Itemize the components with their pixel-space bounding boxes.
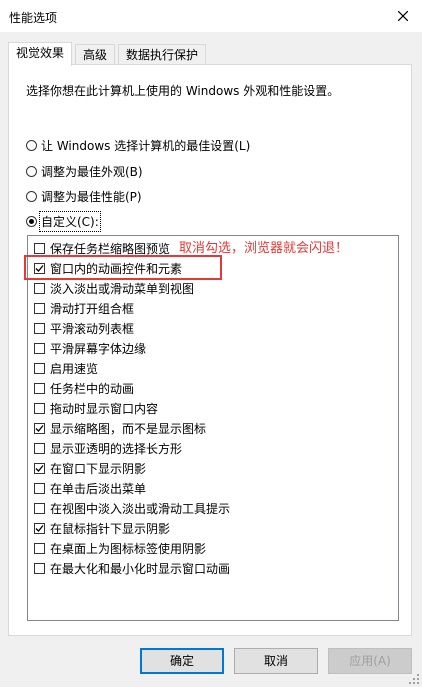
radio-label: 让 Windows 选择计算机的最佳设置(L) <box>41 138 251 153</box>
radio-label: 调整为最佳外观(B) <box>41 164 143 179</box>
effect-option[interactable]: 在桌面上为图标标签使用阴影 <box>34 539 206 557</box>
tab-advanced[interactable]: 高级 <box>75 44 116 65</box>
radio-best-appearance[interactable]: 调整为最佳外观(B) <box>26 162 143 180</box>
effect-checkbox[interactable] <box>34 262 45 274</box>
close-icon <box>398 11 408 21</box>
effect-option[interactable]: 滑动打开组合框 <box>34 299 134 317</box>
radio-label: 自定义(C): <box>39 210 101 232</box>
resize-grip-icon[interactable] <box>408 673 420 685</box>
effect-option[interactable]: 拖动时显示窗口内容 <box>34 399 158 417</box>
ok-button[interactable]: 确定 <box>140 648 224 674</box>
effect-option[interactable]: 在鼠标指针下显示阴影 <box>34 519 170 537</box>
effects-list[interactable]: 保存任务栏缩略图预览 窗口内的动画控件和元素 淡入淡出或滑动菜单到视图 滑动打开组合框… <box>27 235 399 621</box>
effect-checkbox[interactable] <box>34 542 45 554</box>
effect-option[interactable]: 平滑滚动列表框 <box>34 319 134 337</box>
effect-checkbox[interactable] <box>34 562 45 574</box>
check-icon <box>35 264 44 272</box>
effect-label: 窗口内的动画控件和元素 <box>50 261 183 276</box>
effect-checkbox[interactable] <box>34 322 45 334</box>
radio-label: 调整为最佳性能(P) <box>41 189 142 204</box>
effect-label: 拖动时显示窗口内容 <box>50 401 159 416</box>
effect-label: 在视图中淡入淡出或滑动工具提示 <box>50 501 231 516</box>
effect-label: 平滑滚动列表框 <box>50 321 135 336</box>
check-icon <box>35 424 44 432</box>
check-icon <box>35 524 44 532</box>
effect-checkbox[interactable] <box>34 362 45 374</box>
visual-effects-panel: 选择你想在此计算机上使用的 Windows 外观和性能设置。 让 Windows… <box>8 64 412 636</box>
effect-checkbox[interactable] <box>34 382 45 394</box>
effect-label: 任务栏中的动画 <box>50 381 135 396</box>
effect-label: 平滑屏幕字体边缘 <box>50 341 147 356</box>
effect-label: 显示亚透明的选择长方形 <box>50 441 183 456</box>
effect-option[interactable]: 在窗口下显示阴影 <box>34 459 146 477</box>
cancel-button[interactable]: 取消 <box>234 648 318 674</box>
effect-option[interactable]: 在最大化和最小化时显示窗口动画 <box>34 559 230 577</box>
effect-option[interactable]: 显示缩略图，而不是显示图标 <box>34 419 206 437</box>
effect-option[interactable]: 淡入淡出或滑动菜单到视图 <box>34 279 194 297</box>
effect-checkbox[interactable] <box>34 422 45 434</box>
apply-button[interactable]: 应用(A) <box>328 648 412 674</box>
effect-label: 在最大化和最小化时显示窗口动画 <box>50 561 231 576</box>
tab-dep[interactable]: 数据执行保护 <box>118 44 207 65</box>
title-bar: 性能选项 <box>0 0 422 32</box>
radio-best-performance[interactable]: 调整为最佳性能(P) <box>26 187 142 205</box>
effect-label: 在鼠标指针下显示阴影 <box>50 521 171 536</box>
effect-option[interactable]: 任务栏中的动画 <box>34 379 134 397</box>
effect-option[interactable]: 保存任务栏缩略图预览 <box>34 239 170 257</box>
effect-label: 在桌面上为图标标签使用阴影 <box>50 541 207 556</box>
annotation-text: 取消勾选，浏览器就会闪退！ <box>179 241 349 256</box>
effect-option[interactable]: 窗口内的动画控件和元素 <box>34 259 182 277</box>
effect-checkbox[interactable] <box>34 522 45 534</box>
radio-circle <box>26 139 37 151</box>
effect-checkbox[interactable] <box>34 482 45 494</box>
effect-checkbox[interactable] <box>34 342 45 354</box>
radio-let-windows-choose[interactable]: 让 Windows 选择计算机的最佳设置(L) <box>26 136 250 154</box>
effect-option[interactable]: 平滑屏幕字体边缘 <box>34 339 146 357</box>
radio-circle <box>26 165 37 177</box>
effect-option[interactable]: 启用速览 <box>34 359 98 377</box>
effect-label: 保存任务栏缩略图预览 <box>50 241 171 256</box>
effect-checkbox[interactable] <box>34 402 45 414</box>
effect-label: 启用速览 <box>50 361 99 376</box>
effect-label: 在单击后淡出菜单 <box>50 481 147 496</box>
effect-checkbox[interactable] <box>34 462 45 474</box>
effect-option[interactable]: 在单击后淡出菜单 <box>34 479 146 497</box>
effect-option[interactable]: 在视图中淡入淡出或滑动工具提示 <box>34 499 230 517</box>
effect-label: 在窗口下显示阴影 <box>50 461 147 476</box>
effect-label: 滑动打开组合框 <box>50 301 135 316</box>
radio-circle <box>26 215 37 227</box>
effect-label: 淡入淡出或滑动菜单到视图 <box>50 281 195 296</box>
check-icon <box>35 464 44 472</box>
effect-checkbox[interactable] <box>34 302 45 314</box>
effect-checkbox[interactable] <box>34 242 45 254</box>
effect-checkbox[interactable] <box>34 502 45 514</box>
description-text: 选择你想在此计算机上使用的 Windows 外观和性能设置。 <box>26 84 340 98</box>
radio-circle <box>26 190 37 202</box>
window-title: 性能选项 <box>9 11 58 25</box>
effect-checkbox[interactable] <box>34 442 45 454</box>
effect-checkbox[interactable] <box>34 282 45 294</box>
effect-option[interactable]: 显示亚透明的选择长方形 <box>34 439 182 457</box>
radio-custom[interactable]: 自定义(C): <box>26 210 101 232</box>
tab-visual-effects[interactable]: 视觉效果 <box>8 42 73 66</box>
effect-label: 显示缩略图，而不是显示图标 <box>50 421 207 436</box>
close-button[interactable] <box>384 0 422 32</box>
